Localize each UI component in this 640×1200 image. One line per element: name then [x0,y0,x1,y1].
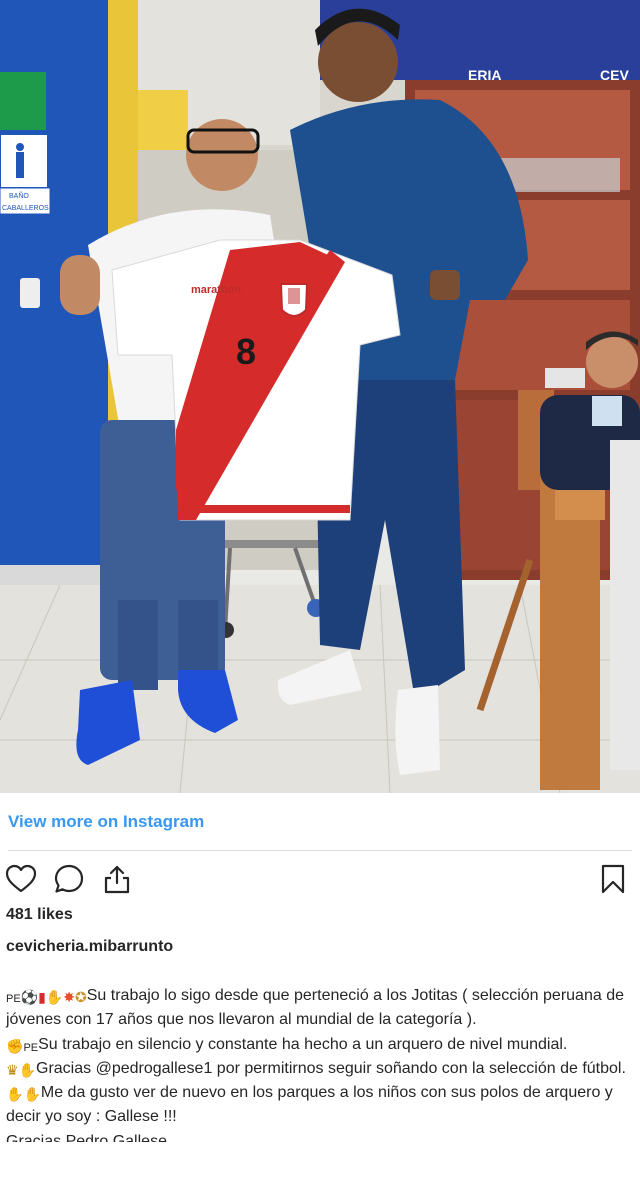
caption-line-2: ✊PESu trabajo en silencio y constante ha… [6,1033,636,1057]
clapping-hands-icon: ✋ [18,1061,36,1078]
goalkeeper-glove-icon: ✋ [6,1086,24,1103]
divider [8,850,632,851]
trophy-icon: ♛ [6,1061,19,1078]
caption-line-3: ♛✋Gracias @pedrogallese1 por permitirnos… [6,1057,636,1081]
caption-text-3b: por permitirnos seguir soñando con la se… [212,1059,626,1077]
jersey-sponsor: marathon [191,284,241,296]
heart-icon[interactable] [4,862,38,896]
sign-text-1: BAÑO [9,191,29,200]
caption-line-5: Gracias Pedro Gallese [6,1130,636,1142]
comment-icon[interactable] [52,862,86,896]
goalkeeper-glove-icon: ✋ [23,1086,41,1103]
post-photo[interactable]: ERIA CEV BAÑO CABALLEROS marathon 8 [0,0,640,793]
sign-text-2: CABALLEROS [2,205,49,212]
caption-line-4: ✋✋Me da gusto ver de nuevo en los parque… [6,1081,636,1130]
caption-text-3a: Gracias [36,1059,96,1077]
goalkeeper-glove-icon: ✋ [45,989,64,1005]
medal-icon: ✪ [75,989,87,1005]
caption-text-1: Su trabajo lo sigo desde que perteneció … [6,987,624,1029]
red-card-icon: ▮ [38,989,46,1005]
username-link[interactable]: cevicheria.mibarrunto [6,938,173,956]
caption-text-5: Gracias Pedro Gallese [6,1132,167,1142]
likes-count[interactable]: 481 likes [6,906,73,924]
photo-illustration: ERIA CEV BAÑO CABALLEROS marathon 8 [0,0,640,793]
post-caption: PE⚽▮✋✸✪Su trabajo lo sigo desde que pert… [6,984,636,1142]
action-bar [4,862,134,896]
caption-text-2: Su trabajo en silencio y constante ha he… [38,1035,568,1053]
share-icon[interactable] [100,862,134,896]
flexed-biceps-icon: ✊ [6,1037,24,1054]
flag-peru-icon: PE [6,993,21,1005]
mention-link[interactable]: @pedrogallese1 [96,1060,213,1077]
flag-peru-icon: PE [23,1041,39,1054]
soccer-ball-icon: ⚽ [20,989,39,1005]
collision-icon: ✸ [63,989,76,1005]
caption-line-1: PE⚽▮✋✸✪Su trabajo lo sigo desde que pert… [6,984,636,1033]
bookmark-icon[interactable] [598,862,628,896]
caption-text-4: Me da gusto ver de nuevo en los parques … [6,1084,613,1126]
view-more-link[interactable]: View more on Instagram [8,812,204,832]
jersey-number: 8 [236,331,256,372]
